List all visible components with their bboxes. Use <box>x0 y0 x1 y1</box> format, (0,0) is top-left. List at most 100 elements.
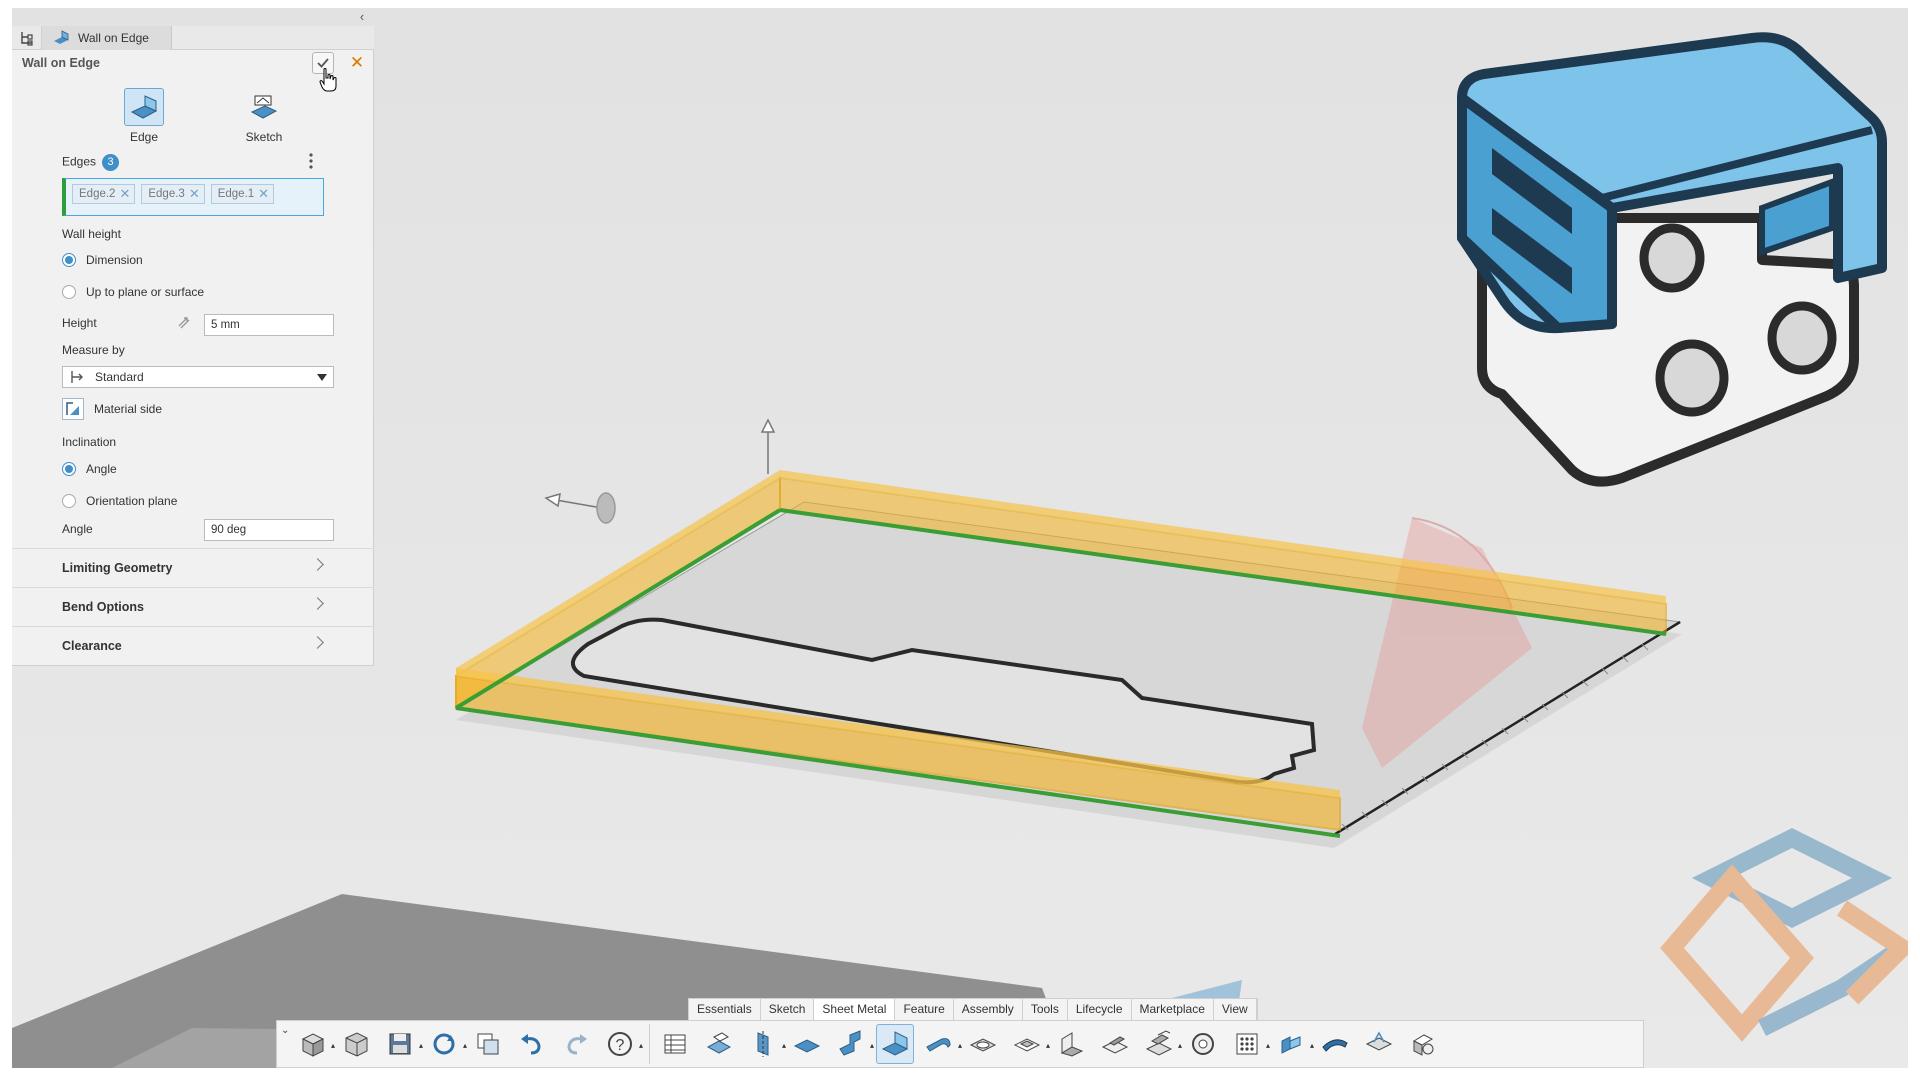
section-limiting-geometry[interactable]: Limiting Geometry <box>12 548 374 586</box>
pattern-button[interactable]: ▴ <box>1228 1024 1270 1064</box>
help-button[interactable]: ? ▴ <box>601 1024 643 1064</box>
tab-sheet-metal[interactable]: Sheet Metal <box>814 999 896 1020</box>
redo-button[interactable] <box>557 1024 595 1064</box>
tab-essentials[interactable]: Essentials <box>689 999 761 1020</box>
measure-by-select[interactable]: Standard <box>62 366 334 388</box>
tab-wall-on-edge[interactable]: Wall on Edge <box>42 26 172 50</box>
flat-pattern-icon <box>1365 1031 1393 1051</box>
material-side-icon <box>62 398 84 420</box>
stamp-icon <box>1013 1038 1041 1052</box>
remove-icon[interactable]: ✕ <box>258 186 269 202</box>
tab-assembly[interactable]: Assembly <box>954 999 1023 1020</box>
swept-flange-button[interactable]: ▴ <box>920 1024 962 1064</box>
redo-icon <box>567 1034 587 1055</box>
edge-chip-label: Edge.1 <box>217 188 255 200</box>
manufacturing-button[interactable] <box>1404 1024 1442 1064</box>
convert-sheet-icon <box>706 1032 732 1054</box>
section-bend-options[interactable]: Bend Options <box>12 587 374 625</box>
dropdown-arrow-icon <box>317 374 327 381</box>
svg-text:?: ? <box>616 1037 625 1054</box>
wall-on-edge-button[interactable] <box>876 1024 914 1064</box>
radio-angle[interactable]: Angle <box>62 462 117 476</box>
parameter-link-icon[interactable] <box>176 315 192 331</box>
mode-edge-button[interactable]: Edge <box>104 88 184 144</box>
panel-collapse-icon[interactable]: ‹ <box>355 10 369 24</box>
brand-watermark <box>1660 827 1908 1042</box>
save-button[interactable]: ▴ <box>381 1024 423 1064</box>
fold-button[interactable]: ▴ <box>1140 1024 1182 1064</box>
table-button[interactable] <box>656 1024 694 1064</box>
toolbar-collapse-icon[interactable]: ⌄ <box>281 1025 289 1036</box>
angle-label: Angle <box>62 522 93 536</box>
undo-icon <box>521 1034 541 1055</box>
mode-edge-label: Edge <box>129 130 159 144</box>
toolbar-tabs: Essentials Sketch Sheet Metal Feature As… <box>688 998 1258 1020</box>
material-side-label: Material side <box>94 402 163 416</box>
split-icon <box>757 1031 769 1057</box>
edge-chip[interactable]: Edge.1 ✕ <box>210 184 275 204</box>
sheet-metal-mode-button[interactable] <box>1316 1024 1354 1064</box>
edges-count-badge: 3 <box>102 154 120 171</box>
radio-dimension[interactable]: Dimension <box>62 253 143 267</box>
section-limiting-geometry-label: Limiting Geometry <box>62 561 173 575</box>
panel-tab-bar: Wall on Edge <box>12 26 374 50</box>
radio-up-to-plane[interactable]: Up to plane or surface <box>62 285 204 299</box>
toolbar-separator <box>649 1024 650 1064</box>
tab-marketplace[interactable]: Marketplace <box>1132 999 1214 1020</box>
radio-angle-label: Angle <box>86 462 117 476</box>
sheet-metal-base-button[interactable] <box>788 1024 826 1064</box>
bend-button[interactable] <box>1052 1024 1090 1064</box>
edge-chip[interactable]: Edge.3 ✕ <box>141 184 205 204</box>
cutout-button[interactable] <box>964 1024 1002 1064</box>
refresh-icon <box>433 1033 455 1055</box>
tab-tools[interactable]: Tools <box>1023 999 1068 1020</box>
sheet-metal-mode-icon <box>1322 1039 1348 1052</box>
tab-sketch[interactable]: Sketch <box>761 999 815 1020</box>
tab-label: Wall on Edge <box>78 31 149 45</box>
cancel-button[interactable]: ✕ <box>347 53 367 73</box>
mode-sketch-button[interactable]: Sketch <box>224 88 304 144</box>
tab-view[interactable]: View <box>1214 999 1257 1020</box>
split-button[interactable]: ▴ <box>744 1024 786 1064</box>
hardware-icon <box>1192 1033 1214 1055</box>
wall-height-label: Wall height <box>62 227 121 241</box>
unfold-button[interactable] <box>1096 1024 1134 1064</box>
more-options-icon[interactable] <box>306 152 316 170</box>
remove-icon[interactable]: ✕ <box>189 186 200 202</box>
tab-feature[interactable]: Feature <box>895 999 954 1020</box>
hardware-button[interactable] <box>1184 1024 1222 1064</box>
wall-on-edge-icon <box>54 30 69 44</box>
edge-chip[interactable]: Edge.2 ✕ <box>72 184 136 204</box>
convert-to-sheet-metal-button[interactable] <box>700 1024 738 1064</box>
check-icon <box>317 58 329 68</box>
material-side-toggle[interactable]: Material side <box>62 398 162 420</box>
new-part-button[interactable]: ▴ <box>293 1024 335 1064</box>
flat-pattern-button[interactable] <box>1360 1024 1398 1064</box>
inclination-label: Inclination <box>62 435 117 449</box>
undo-button[interactable] <box>513 1024 551 1064</box>
radio-dot <box>62 462 76 476</box>
angle-input[interactable] <box>204 519 334 541</box>
table-icon <box>664 1034 686 1054</box>
radio-orientation-plane[interactable]: Orientation plane <box>62 494 177 508</box>
open-part-button[interactable] <box>337 1024 375 1064</box>
swept-flange-icon <box>926 1038 951 1052</box>
stamp-button[interactable]: ▴ <box>1008 1024 1050 1064</box>
bend-icon <box>1060 1032 1084 1057</box>
replace-icon <box>477 1033 499 1055</box>
sketch-wall-icon <box>244 88 284 126</box>
edges-selection-box[interactable]: Edge.2 ✕ Edge.3 ✕ Edge.1 ✕ <box>62 178 324 216</box>
tree-tab[interactable] <box>12 26 42 50</box>
panel-title: Wall on Edge <box>22 56 101 70</box>
flange-button[interactable]: ▴ <box>832 1024 874 1064</box>
corner-button[interactable]: ▴ <box>1272 1024 1314 1064</box>
measure-by-label: Measure by <box>62 343 125 357</box>
new-part-icon <box>301 1033 325 1057</box>
refresh-button[interactable]: ▴ <box>425 1024 467 1064</box>
section-clearance[interactable]: Clearance <box>12 626 374 664</box>
tab-lifecycle[interactable]: Lifecycle <box>1068 999 1132 1020</box>
remove-icon[interactable]: ✕ <box>119 186 130 202</box>
cutout-icon <box>969 1038 997 1052</box>
height-input[interactable] <box>204 314 334 336</box>
replace-button[interactable] <box>469 1024 507 1064</box>
